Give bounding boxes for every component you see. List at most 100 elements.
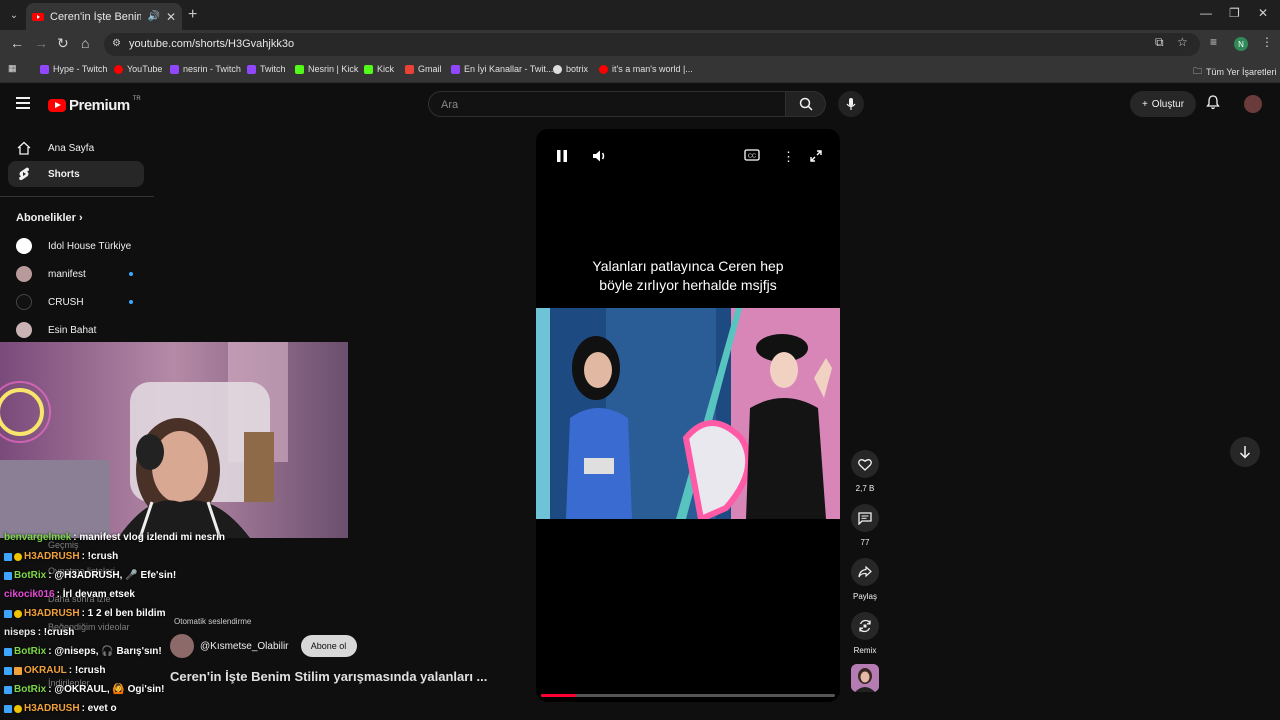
like-button[interactable] xyxy=(851,450,879,478)
comment-action: 77 xyxy=(850,504,880,547)
browser-tab-active[interactable]: Ceren'in İşte Benim Stilim ya 🔊 ✕ xyxy=(26,3,182,30)
chat-badge-icon xyxy=(4,571,12,580)
notifications-bell-icon[interactable] xyxy=(1206,95,1220,113)
channel-avatar[interactable] xyxy=(170,634,194,658)
search-button[interactable] xyxy=(786,91,826,117)
chevron-right-icon: › xyxy=(78,212,83,224)
reload-icon[interactable]: ↻ xyxy=(57,35,69,52)
more-options-icon[interactable]: ⋮ xyxy=(782,149,795,165)
twitch-icon xyxy=(40,64,49,74)
subscribe-button[interactable]: Abone ol xyxy=(300,635,357,657)
bookmark-item[interactable]: Hype - Twitch xyxy=(40,64,107,74)
subscription-item[interactable]: Idol House Türkiye xyxy=(8,233,144,259)
chat-badge-icon xyxy=(14,552,22,561)
sound-thumbnail-image xyxy=(851,664,879,692)
chat-message: BotRix: @OKRAUL, 🙆 Ogi'sin! xyxy=(4,684,164,695)
chat-message: OKRAUL: !crush xyxy=(4,665,105,676)
twitch-icon xyxy=(451,64,460,74)
bookmark-item[interactable]: nesrin - Twitch xyxy=(170,64,241,74)
bookmark-star-icon[interactable]: ☆ xyxy=(1177,35,1188,49)
restore-icon[interactable]: ❐ xyxy=(1229,6,1240,20)
arrow-down-icon xyxy=(1239,446,1251,459)
install-app-icon[interactable]: ⧉ xyxy=(1155,35,1164,50)
site-info-icon[interactable]: ⚙ xyxy=(112,38,124,50)
chat-badge-icon xyxy=(4,666,12,675)
bookmark-item[interactable]: Kick xyxy=(364,64,394,74)
chat-message: H3ADRUSH: evet o xyxy=(4,703,117,714)
search-input[interactable]: Ara xyxy=(428,91,786,117)
comment-icon xyxy=(858,511,872,525)
tab-search-icon[interactable]: ⌄ xyxy=(4,5,24,25)
new-tab-icon[interactable]: + xyxy=(188,6,197,24)
chat-badge-icon xyxy=(4,647,12,656)
browser-menu-icon[interactable]: ⋮ xyxy=(1261,35,1273,49)
sidebar-divider xyxy=(0,196,154,197)
account-avatar[interactable] xyxy=(1244,95,1262,113)
audio-playing-icon[interactable]: 🔊 xyxy=(147,11,159,22)
menu-icon[interactable] xyxy=(16,97,30,112)
bookmarks-bar: ▦ Hype - Twitch YouTube nesrin - Twitch … xyxy=(0,58,1280,83)
channel-avatar xyxy=(16,322,32,338)
short-channel-row: @Kısmetse_Olabilir Abone ol xyxy=(170,634,357,658)
subscription-item[interactable]: CRUSH xyxy=(8,289,144,315)
browser-toolbar: ← → ↻ ⌂ ⚙ youtube.com/shorts/H3Gvahjkk3o… xyxy=(0,30,1280,58)
share-arrow-icon xyxy=(858,566,872,578)
subscription-item[interactable]: Esin Bahat xyxy=(8,317,144,343)
home-browser-icon[interactable]: ⌂ xyxy=(81,35,89,51)
video-frame xyxy=(536,308,840,519)
bookmark-item[interactable]: botrix xyxy=(553,64,588,74)
botrix-icon xyxy=(553,64,562,74)
captions-icon[interactable]: CC xyxy=(744,149,760,164)
video-caption-text: Yalanları patlayınca Ceren hep böyle zır… xyxy=(592,258,784,293)
back-icon[interactable]: ← xyxy=(10,35,24,51)
voice-search-button[interactable] xyxy=(838,91,864,117)
subscriptions-heading[interactable]: Abonelikler › xyxy=(16,212,83,224)
shorts-player[interactable]: CC ⋮ Yalanları patlayınca Ceren hep böyl… xyxy=(536,129,840,702)
share-button[interactable] xyxy=(851,558,879,586)
video-progress-bar[interactable] xyxy=(541,694,835,697)
short-title[interactable]: Ceren'in İşte Benim Stilim yarışmasında … xyxy=(170,669,487,684)
chat-badge-icon xyxy=(4,704,12,713)
like-action: 2,7 B xyxy=(850,450,880,493)
media-control-icon[interactable]: ≡ xyxy=(1210,35,1217,49)
fullscreen-icon[interactable] xyxy=(809,149,823,166)
bookmark-item[interactable]: Gmail xyxy=(405,64,442,74)
bookmark-item[interactable]: Nesrin | Kick xyxy=(295,64,358,74)
window-close-icon[interactable]: ✕ xyxy=(1258,6,1268,20)
remix-button[interactable] xyxy=(851,612,879,640)
subscription-item[interactable]: manifest xyxy=(8,261,144,287)
next-short-button[interactable] xyxy=(1230,437,1260,467)
auto-dub-label: Otomatik seslendirme xyxy=(174,617,252,626)
forward-icon[interactable]: → xyxy=(34,35,48,51)
youtube-premium-logo[interactable]: Premium TR xyxy=(48,96,141,114)
gmail-icon xyxy=(405,64,414,74)
share-label: Paylaş xyxy=(852,592,877,601)
bookmark-item[interactable]: YouTube xyxy=(114,64,162,74)
comments-button[interactable] xyxy=(851,504,879,532)
address-bar[interactable]: ⚙ youtube.com/shorts/H3Gvahjkk3o xyxy=(104,33,1200,56)
bookmark-item[interactable]: En İyi Kanallar - Twit... xyxy=(451,64,553,74)
sidebar-item-shorts[interactable]: Shorts xyxy=(8,161,144,187)
remix-label: Remix xyxy=(853,646,877,655)
twitch-icon xyxy=(247,64,256,74)
plus-icon: + xyxy=(1141,98,1148,110)
sound-thumbnail[interactable] xyxy=(851,664,879,692)
chat-badge-icon xyxy=(4,685,12,694)
kick-icon xyxy=(295,64,304,74)
sidebar-item-home[interactable]: Ana Sayfa xyxy=(8,135,144,161)
bookmark-item[interactable]: it's a man's world |... xyxy=(599,64,693,74)
chat-message: BotRix: @niseps, 🎧 Barış'sın! xyxy=(4,646,162,657)
bookmark-item[interactable]: Twitch xyxy=(247,64,286,74)
create-button[interactable]: + Oluştur xyxy=(1130,91,1196,117)
pause-icon[interactable] xyxy=(556,149,568,166)
volume-icon[interactable] xyxy=(592,149,608,166)
streamer-webcam-overlay xyxy=(0,342,348,538)
minimize-icon[interactable]: — xyxy=(1200,6,1212,20)
channel-handle[interactable]: @Kısmetse_Olabilir xyxy=(200,641,289,652)
chat-message: H3ADRUSH: !crush xyxy=(4,551,118,562)
close-tab-icon[interactable]: ✕ xyxy=(166,10,176,24)
profile-avatar[interactable]: N xyxy=(1234,37,1248,51)
apps-grid-icon[interactable]: ▦ xyxy=(8,63,17,74)
all-bookmarks-folder[interactable]: 🗀 Tüm Yer İşaretleri xyxy=(1193,64,1277,80)
stream-chat-overlay: benvargelmek: manifest vlog izlendi mi n… xyxy=(0,532,340,720)
